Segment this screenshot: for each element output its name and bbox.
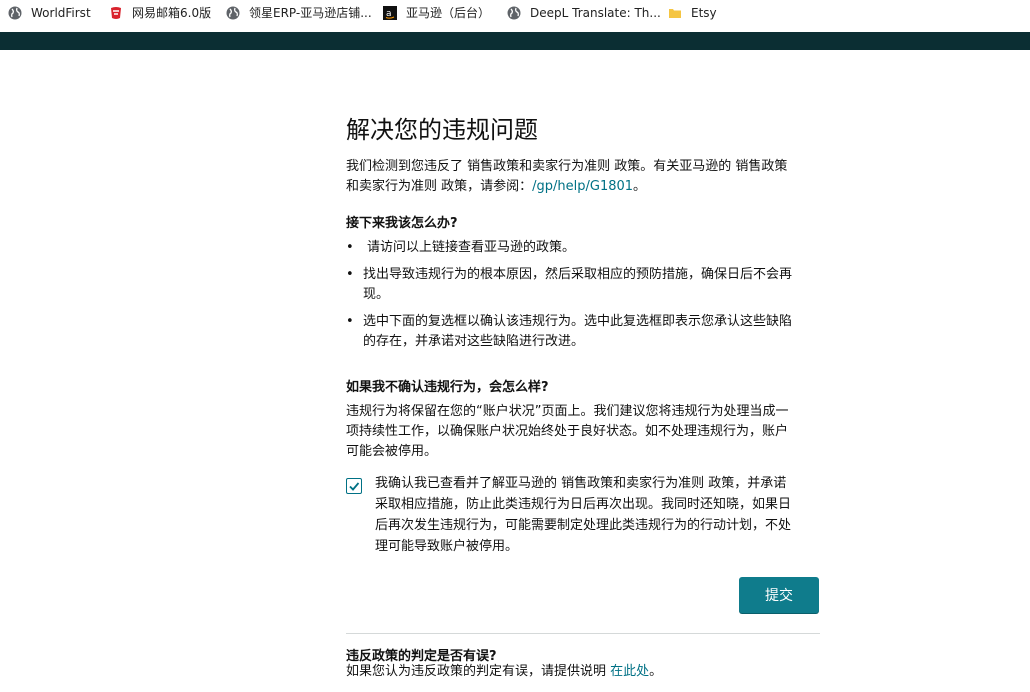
bullet-dot: • (346, 267, 354, 282)
acknowledge-checkbox[interactable] (346, 478, 362, 494)
appeal-link[interactable]: 在此处 (610, 664, 649, 679)
globe-icon (226, 6, 240, 20)
bookmark-deepl[interactable]: DeepL Translate: Th... (507, 0, 661, 25)
globe-icon (8, 6, 22, 20)
policy-help-link[interactable]: /gp/help/G1801 (532, 179, 633, 194)
folder-icon (668, 6, 682, 20)
checkmark-icon (349, 482, 360, 491)
submit-button[interactable]: 提交 (739, 577, 819, 613)
netease-mail-icon (109, 6, 123, 20)
bullet-dot: • (346, 240, 354, 255)
appeal-paragraph: 如果您认为违反政策的判定有误，请提供说明 在此处。 (346, 664, 663, 679)
bookmark-etsy[interactable]: Etsy (668, 0, 717, 25)
no-confirm-heading: 如果我不确认违规行为，会怎么样? (346, 380, 549, 395)
bookmark-amazon-backend[interactable]: a 亚马逊（后台） (383, 0, 490, 25)
bookmark-lingxing-erp[interactable]: 领星ERP-亚马逊店铺... (226, 0, 372, 25)
bookmark-netease-mail[interactable]: 网易邮箱6.0版 (109, 0, 211, 25)
intro-paragraph: 我们检测到您违反了 销售政策和卖家行为准则 政策。有关亚马逊的 销售政策 和卖家… (346, 159, 788, 194)
divider (346, 633, 820, 634)
globe-icon (507, 6, 521, 20)
bookmarks-bar: WorldFirst 网易邮箱6.0版 领星ERP-亚马逊店铺... a 亚马逊… (0, 0, 1030, 25)
list-item: • 请访问以上链接查看亚马逊的政策。 (346, 238, 820, 258)
bookmark-worldfirst[interactable]: WorldFirst (8, 0, 91, 25)
list-item: • 找出导致违规行为的根本原因，然后采取相应的预防措施，确保日后不会再 现。 (346, 265, 820, 305)
acknowledge-label[interactable]: 我确认我已查看并了解亚马逊的 销售政策和卖家行为准则 政策，并承诺 采取相应措施… (375, 473, 817, 557)
next-steps-heading: 接下来我该怎么办? (346, 216, 458, 231)
list-item: • 选中下面的复选框以确认该违规行为。选中此复选框即表示您承认这些缺陷 的存在，并… (346, 312, 820, 352)
amazon-icon: a (383, 5, 397, 20)
bullet-dot: • (346, 314, 354, 329)
page-title: 解决您的违规问题 (346, 116, 538, 144)
no-confirm-paragraph: 违规行为将保留在您的“账户状况”页面上。我们建议您将违规行为处理当成一 项持续性… (346, 404, 789, 459)
header-bar (0, 32, 1030, 50)
acknowledge-row: 我确认我已查看并了解亚马逊的 销售政策和卖家行为准则 政策，并承诺 采取相应措施… (346, 473, 820, 557)
